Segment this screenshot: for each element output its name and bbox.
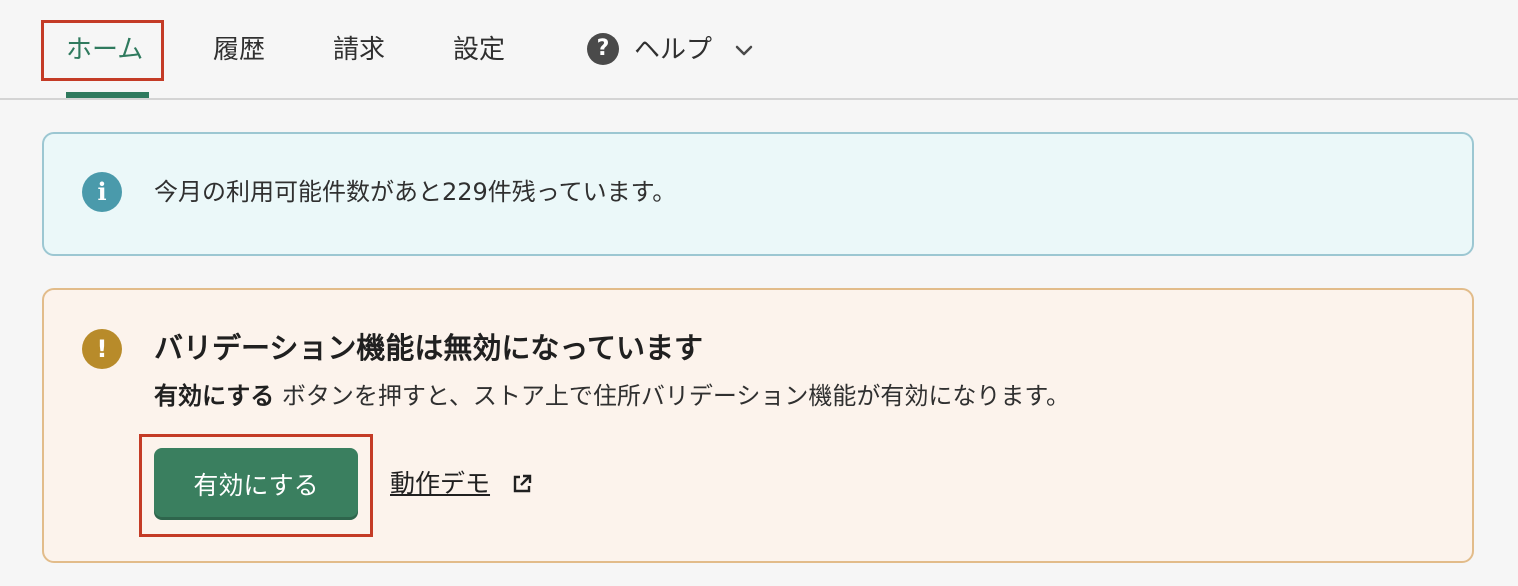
help-menu[interactable]: ヘルプ	[634, 30, 712, 70]
enable-button[interactable]: 有効にする	[154, 448, 358, 520]
warning-banner-body: 有効にする ボタンを押すと、ストア上で住所バリデーション機能が有効になります。	[154, 378, 1070, 414]
tab-billing[interactable]: 請求	[333, 30, 385, 70]
tab-history[interactable]: 履歴	[213, 30, 265, 70]
external-link-icon[interactable]	[512, 474, 532, 494]
question-circle-icon: ?	[587, 33, 619, 65]
info-banner-text: 今月の利用可能件数があと229件残っています。	[154, 178, 677, 206]
warning-body-bold: 有効にする	[154, 382, 275, 410]
active-tab-indicator	[66, 92, 149, 98]
exclamation-icon: !	[82, 329, 122, 369]
warning-banner-title: バリデーション機能は無効になっています	[154, 331, 703, 365]
info-icon: i	[82, 172, 122, 212]
tab-settings[interactable]: 設定	[453, 30, 505, 70]
tab-home[interactable]: ホーム	[66, 30, 143, 70]
warning-body-text: ボタンを押すと、ストア上で住所バリデーション機能が有効になります。	[274, 382, 1071, 410]
demo-link[interactable]: 動作デモ	[390, 464, 490, 504]
chevron-down-icon[interactable]	[732, 38, 756, 62]
top-nav: ホーム 履歴 請求 設定 ? ヘルプ	[0, 0, 1518, 100]
